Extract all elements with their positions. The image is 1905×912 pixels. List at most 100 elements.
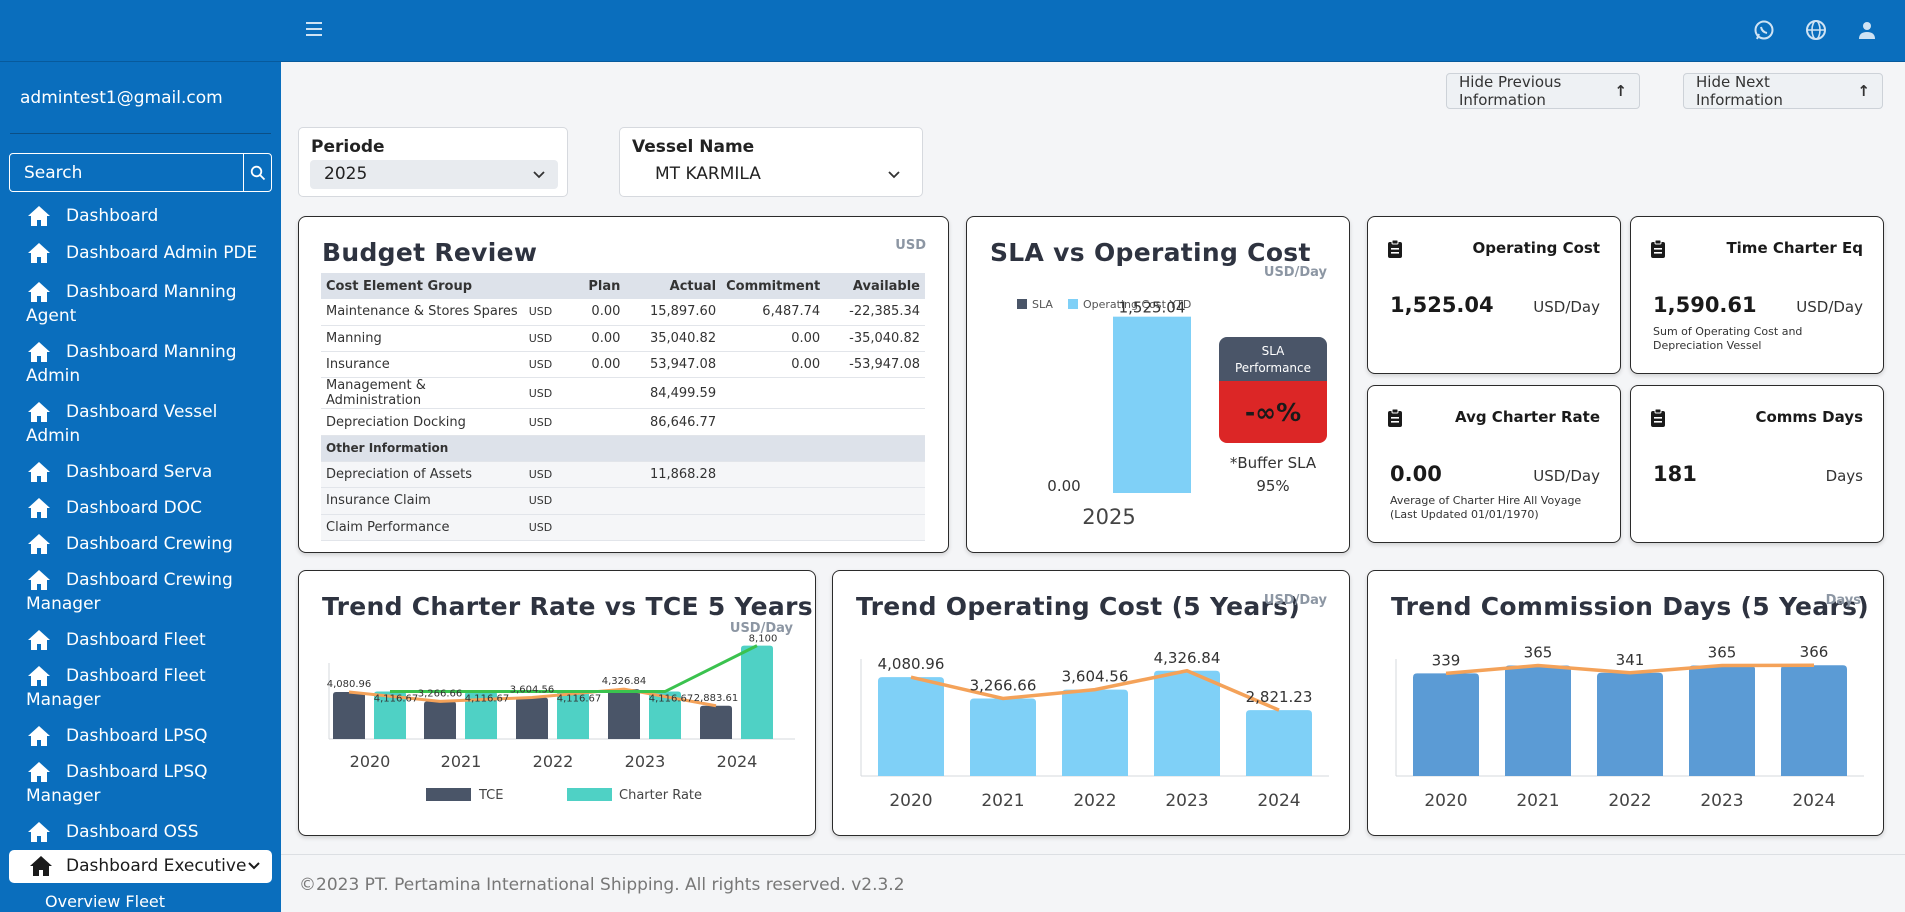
cell-commitment: 0.00 (721, 351, 826, 379)
trend-opcost-card: Trend Operating Cost (5 Years) USD/Day 2… (832, 570, 1350, 836)
sidebar-item[interactable]: Dashboard Manning Agent (26, 280, 267, 328)
trend-bar (1781, 665, 1847, 776)
cell-commitment: 6,487.74 (721, 299, 826, 326)
tce-bar (608, 689, 640, 739)
cell-name: Depreciation Docking (321, 408, 524, 436)
whatsapp-icon[interactable] (1752, 18, 1776, 42)
sidebar-item-label: Dashboard Crewing (66, 570, 233, 590)
home-icon (28, 630, 50, 650)
table-header: Cost Element Group Plan Actual Commitmen… (321, 273, 925, 299)
x-tick-label: 2022 (533, 752, 574, 771)
data-label: 2,821.23 (1246, 688, 1313, 706)
data-label: 339 (1432, 651, 1461, 669)
sidebar-item[interactable]: Dashboard Fleet Manager (26, 664, 267, 712)
sidebar-item-label: Dashboard Executive (66, 856, 247, 876)
trend-comm-chart: 2020 2021 2022 2023 2024 339 365 341 365 366 (1395, 643, 1864, 811)
sidebar-item[interactable]: Dashboard Crewing Manager (26, 568, 267, 616)
table-row: Maintenance & Stores Spares USD 0.00 15,897… (321, 299, 925, 326)
cell-name: Maintenance & Stores Spares (321, 299, 524, 326)
periode-filter: Periode 2025 (298, 127, 568, 197)
hide-next-button[interactable]: Hide Next Information ↑ (1683, 73, 1883, 109)
cell-available: -53,947.08 (825, 351, 925, 379)
legend-label-tce: TCE (478, 788, 503, 803)
sidebar-item-dashboard-executive[interactable]: Dashboard Executive (9, 850, 272, 883)
hide-previous-button[interactable]: Hide Previous Information ↑ (1446, 73, 1640, 109)
home-icon (28, 206, 50, 226)
chevron-down-icon (533, 171, 545, 179)
trend-bar (1062, 689, 1128, 776)
sidebar-item[interactable]: Dashboard (27, 204, 267, 228)
cell-actual: 86,646.77 (625, 408, 722, 436)
footer-divider (281, 854, 1905, 855)
x-tick-label: 2021 (441, 752, 482, 771)
sidebar-item-label: Dashboard Manning (66, 282, 237, 302)
home-icon (28, 762, 50, 782)
charter-rate-data-label: 4,116.67 (374, 694, 419, 705)
sidebar-item-label: Dashboard Fleet (66, 666, 206, 686)
stat-unit: USD/Day (1533, 298, 1600, 316)
table-row: Depreciation Docking USD 86,646.77 (321, 408, 925, 436)
sidebar-item[interactable]: Dashboard DOC (27, 496, 267, 520)
sidebar-item[interactable]: Dashboard Manning Admin (26, 340, 267, 388)
home-icon (28, 282, 50, 302)
data-label: 366 (1800, 643, 1829, 661)
tce-bar (333, 691, 365, 739)
trend-bar (1689, 665, 1755, 776)
operating-cost-card: Operating Cost 1,525.04 USD/Day (1367, 216, 1621, 374)
sidebar-item[interactable]: Dashboard LPSQ (27, 724, 267, 748)
chevron-down-icon (888, 171, 900, 179)
x-tick-label: 2020 (1424, 791, 1467, 811)
cell-available (825, 408, 925, 436)
col-header: Commitment (721, 273, 826, 299)
sidebar-item[interactable]: Dashboard LPSQ Manager (26, 760, 267, 808)
stat-value: 181 (1653, 462, 1697, 486)
x-tick-label: 2023 (1700, 791, 1743, 811)
search-button[interactable] (243, 154, 271, 191)
sidebar-item[interactable]: Dashboard Serva (27, 460, 267, 484)
col-header (523, 273, 570, 299)
sidebar-item-label-cont: Manager (26, 594, 101, 614)
sidebar-search (9, 153, 272, 192)
cell-available: -22,385.34 (825, 299, 925, 326)
search-input[interactable] (10, 154, 243, 191)
sidebar-item[interactable]: Dashboard OSS (27, 820, 267, 844)
trend-bar (1597, 672, 1663, 776)
user-icon[interactable] (1855, 18, 1879, 42)
cell-plan: 0.00 (569, 325, 626, 353)
perf-value: -∞% (1245, 398, 1301, 427)
globe-icon[interactable] (1804, 18, 1828, 42)
legend-label-sla: SLA (1032, 298, 1053, 311)
sidebar-item-label: Dashboard DOC (66, 498, 202, 518)
periode-select[interactable]: 2025 (310, 160, 558, 189)
cell-available (825, 514, 925, 541)
cell-commitment (721, 514, 826, 541)
buffer-value: 95% (1256, 477, 1289, 495)
home-icon (28, 402, 50, 422)
cell-actual: 35,040.82 (625, 325, 722, 353)
cell-commitment (721, 487, 826, 515)
hamburger-icon[interactable] (306, 18, 328, 40)
cell-actual: 11,868.28 (625, 461, 722, 489)
sidebar-item[interactable]: Dashboard Crewing (27, 532, 267, 556)
vessel-label: Vessel Name (632, 137, 755, 157)
trend-charter-chart: 2020 2021 2022 2023 2024 4,080.96 3,266.66 3,60… (327, 634, 795, 803)
x-tick-label: 2023 (1165, 791, 1208, 811)
cell-actual: 84,499.59 (625, 377, 722, 410)
sidebar-item-label-cont: Admin (26, 366, 81, 386)
vessel-select[interactable]: MT KARMILA (631, 160, 911, 189)
top-bar (0, 0, 1905, 62)
sidebar-item[interactable]: Dashboard Vessel Admin (26, 400, 267, 448)
cell-commitment (721, 408, 826, 436)
stat-title: Avg Charter Rate (1455, 408, 1600, 426)
sidebar-item-label: Dashboard Admin PDE (66, 243, 258, 263)
perf-label-1: SLA (1262, 344, 1286, 358)
sidebar-item[interactable]: Dashboard Admin PDE (27, 241, 267, 265)
sidebar-subitem-overview-fleet[interactable]: Overview Fleet (45, 892, 165, 911)
sidebar-item[interactable]: Dashboard Fleet (27, 628, 267, 652)
data-label: 4,080.96 (878, 655, 945, 673)
home-icon (30, 856, 52, 876)
charter-rate-data-label: 8,100 (749, 634, 778, 645)
legend-swatch-sla (1017, 299, 1027, 309)
x-tick-label: 2021 (981, 791, 1024, 811)
budget-unit: USD (895, 238, 926, 253)
